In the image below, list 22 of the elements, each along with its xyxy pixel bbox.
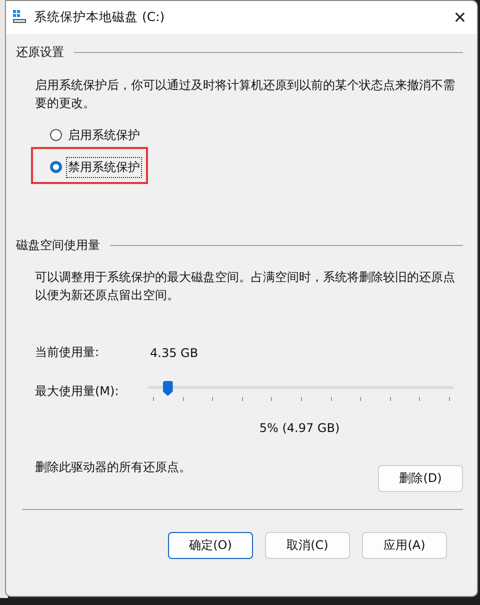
slider-track[interactable] <box>148 381 454 401</box>
radio-button[interactable] <box>50 161 62 173</box>
field-label: 最大使用量(M): <box>35 382 120 400</box>
radio-label[interactable]: 启用系统保护 <box>67 126 141 144</box>
dialog-button[interactable]: 应用(A) <box>362 532 447 559</box>
group-heading: 磁盘空间使用量 <box>16 236 100 254</box>
slider-reading: 5% (4.97 GB) <box>259 421 340 435</box>
group-heading: 还原设置 <box>16 44 64 60</box>
close-button[interactable]: ✕ <box>443 1 477 34</box>
radio-label[interactable]: 禁用系统保护 <box>67 158 141 176</box>
window-title: 系统保护本地磁盘 (C:) <box>34 9 166 26</box>
dialog-button[interactable]: 确定(O) <box>168 532 253 559</box>
drive-icon <box>12 10 27 25</box>
delete-text: 删除此驱动器的所有还原点。 <box>35 459 191 476</box>
dialog-button[interactable]: 取消(C) <box>265 532 350 559</box>
field-label: 当前使用量: <box>35 344 100 361</box>
description-text: 启用系统保护后，你可以通过及时将计算机还原到以前的某个状态点来撤消不需要的更改。 <box>35 77 455 112</box>
slider-thumb[interactable] <box>162 381 173 396</box>
radio-button[interactable] <box>50 129 62 141</box>
delete-button[interactable]: 删除(D) <box>378 465 463 492</box>
description-text: 可以调整用于系统保护的最大磁盘空间。占满空间时，系统将删除较旧的还原点以便为新还原点留出空间。 <box>35 269 455 304</box>
field-value: 4.35 GB <box>150 346 198 360</box>
